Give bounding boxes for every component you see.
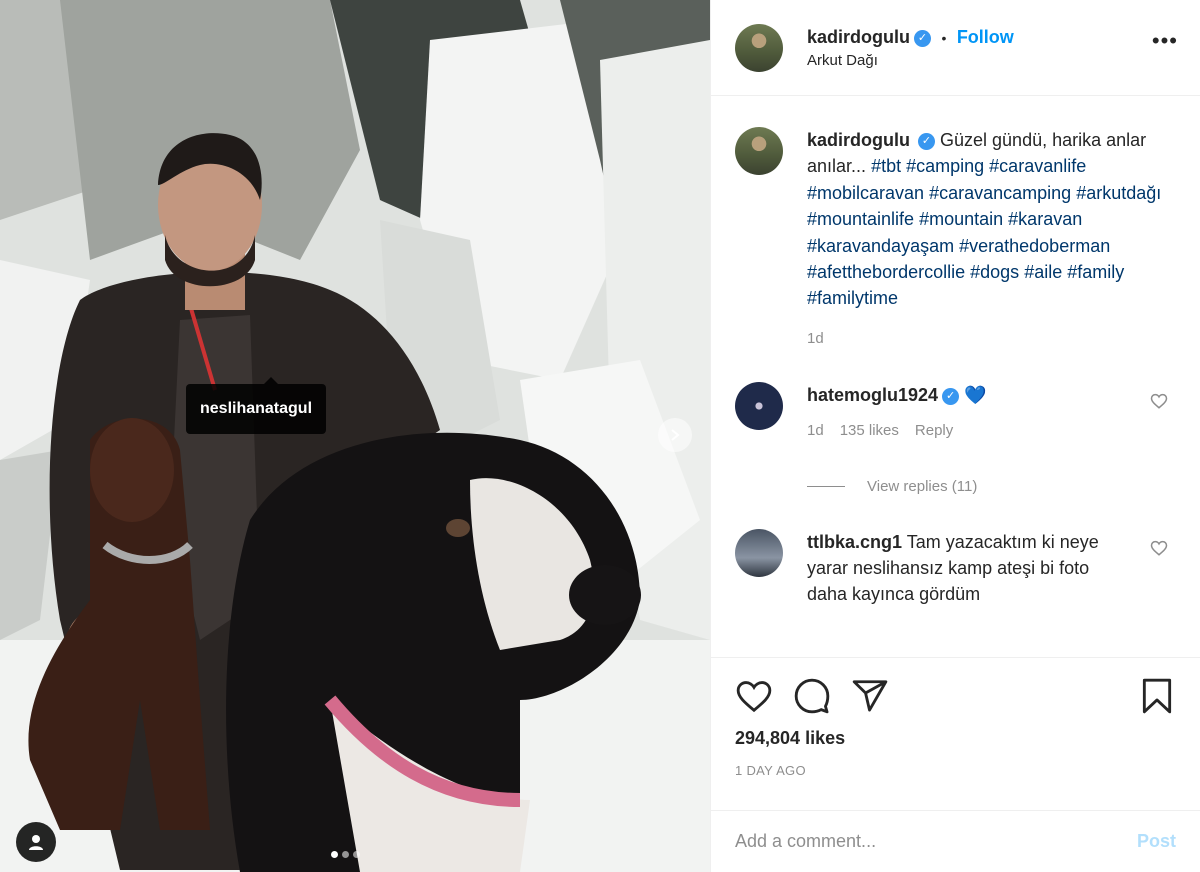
more-icon[interactable]: ••• — [1152, 30, 1178, 52]
caption-username[interactable]: kadirdogulu — [807, 130, 910, 150]
hashtag-link[interactable]: #caravancamping — [929, 183, 1071, 203]
carousel-dots — [331, 851, 360, 858]
carousel-dot — [353, 851, 360, 858]
author-username[interactable]: kadirdogulu — [807, 27, 910, 47]
avatar[interactable] — [735, 382, 783, 431]
post-header: kadirdogulu ✓ • Follow Arkut Dağı ••• — [711, 0, 1200, 96]
hashtag-link[interactable]: #familytime — [807, 288, 898, 308]
hashtag-link[interactable]: #mobilcaravan — [807, 183, 924, 203]
comment-time: 1d — [807, 422, 824, 440]
caption-body: kadirdogulu ✓ Güzel gündü, harika anlar a… — [807, 127, 1167, 352]
caption: kadirdogulu ✓ Güzel gündü, harika anlar a… — [711, 97, 1200, 352]
reply-button[interactable]: Reply — [915, 418, 953, 444]
blue-heart-icon: 💙 — [964, 385, 987, 406]
avatar[interactable] — [735, 529, 783, 578]
post-comment-button[interactable]: Post — [1137, 831, 1176, 852]
bookmark-icon[interactable] — [1138, 677, 1176, 715]
show-tags-button[interactable] — [16, 822, 56, 862]
chevron-right-icon — [671, 429, 680, 441]
heart-icon[interactable] — [735, 677, 773, 715]
view-replies-button[interactable]: View replies (11) — [711, 478, 1200, 495]
hashtag-link[interactable]: #karavandayaşam — [807, 236, 954, 256]
caption-hashtags: #tbt #camping #caravanlife #mobilcaravan… — [807, 156, 1161, 308]
hashtag-link[interactable]: #tbt — [871, 156, 901, 176]
add-comment-bar: Post — [711, 810, 1200, 872]
post-date: 1 DAY AGO — [735, 763, 806, 778]
comment-body: hatemoglu1924 ✓ 💙 1d 135 likes Reply — [807, 382, 1127, 444]
comment-username[interactable]: hatemoglu1924 — [807, 385, 938, 405]
hashtag-link[interactable]: #camping — [906, 156, 984, 176]
hashtag-link[interactable]: #arkutdağı — [1076, 183, 1161, 203]
comment-body: ttlbka.cng1 Tam yazacaktım ki neye yarar… — [807, 529, 1127, 607]
next-slide-button[interactable] — [658, 418, 692, 452]
comment-input[interactable] — [735, 831, 1137, 852]
hashtag-link[interactable]: #dogs — [970, 262, 1019, 282]
hashtag-link[interactable]: #afetthebordercollie — [807, 262, 965, 282]
hashtag-link[interactable]: #karavan — [1008, 209, 1082, 229]
verified-icon: ✓ — [942, 388, 960, 405]
post-location[interactable]: Arkut Dağı — [807, 52, 1014, 69]
comment-username[interactable]: ttlbka.cng1 — [807, 532, 902, 552]
post-side-panel: kadirdogulu ✓ • Follow Arkut Dağı ••• kad… — [710, 0, 1200, 872]
user-tag-icon — [29, 835, 43, 850]
share-icon[interactable] — [851, 677, 889, 715]
comment-likes[interactable]: 135 likes — [840, 418, 899, 444]
like-comment-icon[interactable] — [1150, 392, 1168, 410]
author-info: kadirdogulu ✓ • Follow Arkut Dağı — [807, 27, 1014, 69]
carousel-dot — [331, 851, 338, 858]
caption-time: 1d — [807, 329, 824, 347]
avatar[interactable] — [735, 127, 783, 175]
post-photo[interactable]: neslihanatagul — [0, 0, 710, 872]
hashtag-link[interactable]: #mountainlife — [807, 209, 914, 229]
verified-icon: ✓ — [918, 132, 935, 150]
post-image — [0, 0, 710, 872]
verified-icon: ✓ — [914, 29, 931, 47]
photo-user-tag[interactable]: neslihanatagul — [186, 377, 327, 434]
post-actions: 294,804 likes 1 DAY AGO — [711, 657, 1200, 778]
comment-meta: 1d 135 likes Reply — [807, 418, 1127, 444]
hashtag-link[interactable]: #aile — [1024, 262, 1062, 282]
separator-dot: • — [941, 29, 947, 46]
replies-divider — [807, 486, 845, 488]
avatar[interactable] — [735, 23, 783, 72]
follow-button[interactable]: Follow — [957, 27, 1014, 47]
comment: hatemoglu1924 ✓ 💙 1d 135 likes Reply — [711, 382, 1200, 444]
carousel-dot — [342, 851, 349, 858]
comment-icon[interactable] — [793, 677, 831, 715]
hashtag-link[interactable]: #family — [1067, 262, 1124, 282]
like-comment-icon[interactable] — [1150, 539, 1168, 557]
comment: ttlbka.cng1 Tam yazacaktım ki neye yarar… — [711, 529, 1200, 607]
action-icons — [735, 658, 1176, 734]
comments-list[interactable]: kadirdogulu ✓ Güzel gündü, harika anlar a… — [711, 97, 1200, 657]
hashtag-link[interactable]: #caravanlife — [989, 156, 1086, 176]
hashtag-link[interactable]: #mountain — [919, 209, 1003, 229]
likes-count[interactable]: 294,804 likes — [735, 728, 1176, 749]
hashtag-link[interactable]: #verathedoberman — [959, 236, 1110, 256]
view-replies-label[interactable]: View replies (11) — [867, 478, 977, 495]
